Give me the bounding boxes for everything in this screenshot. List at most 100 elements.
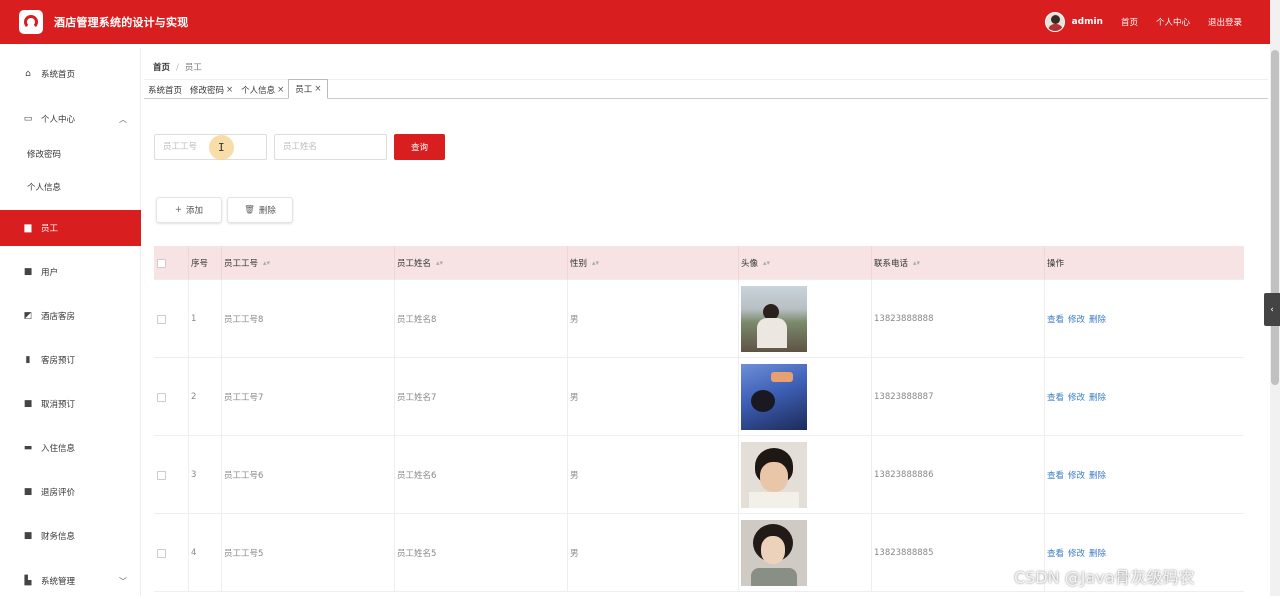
sidebar-item-label: 系统首页 (41, 70, 76, 80)
sort-icon[interactable]: ▴▾ (913, 260, 920, 267)
sidebar-item-label: 用户 (41, 268, 59, 278)
edit-link[interactable]: 修改 (1068, 391, 1085, 403)
grid-icon: ■ (23, 267, 33, 277)
cell-gender: 男 (567, 280, 738, 358)
header-phone[interactable]: 联系电话 ▴▾ (871, 246, 1044, 280)
app-title: 酒店管理系统的设计与实现 (54, 16, 189, 29)
delete-link[interactable]: 删除 (1089, 547, 1106, 559)
collapse-panel-handle[interactable]: ‹ (1264, 293, 1280, 326)
view-link[interactable]: 查看 (1047, 469, 1064, 481)
sidebar-item-system[interactable]: ▙ 系统管理 ﹀ (0, 563, 141, 599)
header-staff-id[interactable]: 员工工号 ▴▾ (221, 246, 394, 280)
cell-avatar (738, 358, 871, 436)
avatar[interactable] (1044, 12, 1065, 32)
cell-operations: 查看 修改 删除 (1044, 436, 1244, 514)
avatar-photo[interactable] (741, 442, 807, 508)
grid-icon: ■ (23, 399, 33, 409)
row-checkbox[interactable] (157, 548, 166, 558)
header-gender[interactable]: 性别 ▴▾ (567, 246, 738, 280)
chart-icon: ◩ (23, 311, 33, 321)
sidebar-item-cancel-booking[interactable]: ■ 取消预订 (0, 386, 141, 422)
sidebar-item-label: 入住信息 (41, 444, 76, 454)
cell-phone: 13823888887 (871, 358, 1044, 436)
scrollbar-thumb[interactable] (1271, 50, 1279, 385)
breadcrumb-home[interactable]: 首页 (153, 63, 170, 73)
header-link-profile[interactable]: 个人中心 (1156, 16, 1190, 28)
table-row: 2 员工工号7 员工姓名7 男 13823888887 查看 修改 删除 (154, 358, 1244, 436)
delete-button[interactable]: 🗑 删除 (227, 197, 293, 223)
avatar-photo[interactable] (741, 286, 807, 352)
cell-operations: 查看 修改 删除 (1044, 280, 1244, 358)
header-right: admin 首页 个人中心 退出登录 (1044, 0, 1242, 44)
cell-phone: 13823888888 (871, 280, 1044, 358)
breadcrumb-separator: / (176, 63, 179, 73)
query-button[interactable]: 查询 (394, 134, 445, 160)
sidebar-item-rooms[interactable]: ◩ 酒店客房 (0, 298, 141, 334)
sort-icon[interactable]: ▴▾ (763, 260, 770, 267)
tab-personal-info[interactable]: 个人信息 × (237, 80, 288, 99)
row-checkbox[interactable] (157, 470, 166, 480)
sidebar-subitem-change-password[interactable]: 修改密码 (27, 148, 61, 160)
add-button[interactable]: + 添加 (156, 197, 222, 223)
staff-name-search-input[interactable] (274, 134, 387, 160)
cell-staff-name: 员工姓名6 (394, 436, 567, 514)
tab-label: 系统首页 (148, 85, 183, 96)
avatar-photo[interactable] (741, 364, 807, 430)
tab-home[interactable]: 系统首页 (144, 80, 186, 99)
sidebar-item-booking[interactable]: ▮ 客房预订 (0, 342, 141, 378)
sidebar-item-finance[interactable]: ■ 财务信息 (0, 518, 141, 554)
view-link[interactable]: 查看 (1047, 547, 1064, 559)
delete-link[interactable]: 删除 (1089, 469, 1106, 481)
delete-link[interactable]: 删除 (1089, 391, 1106, 403)
close-icon[interactable]: × (277, 85, 284, 95)
view-link[interactable]: 查看 (1047, 391, 1064, 403)
sidebar-item-checkout-review[interactable]: ■ 退房评价 (0, 474, 141, 510)
cell-staff-name: 员工姓名8 (394, 280, 567, 358)
sidebar-item-checkin[interactable]: ▬ 入住信息 (0, 430, 141, 466)
username: admin (1071, 17, 1103, 27)
table-row: 3 员工工号6 员工姓名6 男 13823888886 查看 修改 删除 (154, 436, 1244, 514)
tab-label: 修改密码 (190, 85, 225, 96)
clipboard-icon: ▮ (25, 355, 31, 365)
sidebar-subitem-personal-info[interactable]: 个人信息 (27, 181, 61, 193)
edit-link[interactable]: 修改 (1068, 547, 1085, 559)
cell-index: 1 (188, 280, 221, 358)
edit-link[interactable]: 修改 (1068, 313, 1085, 325)
sidebar-item-home[interactable]: ⌂ 系统首页 (0, 56, 141, 92)
top-header: 酒店管理系统的设计与实现 admin 首页 个人中心 退出登录 (0, 0, 1270, 44)
header-index: 序号 (188, 246, 221, 280)
sidebar-item-users[interactable]: ■ 用户 (0, 254, 141, 290)
header-staff-name[interactable]: 员工姓名 ▴▾ (394, 246, 567, 280)
avatar-photo[interactable] (741, 520, 807, 586)
sidebar-item-staff[interactable]: ▆ 员工 (0, 210, 141, 246)
sidebar-item-profile[interactable]: ▭ 个人中心 ︿ (0, 101, 141, 137)
cell-staff-id: 员工工号7 (221, 358, 394, 436)
row-checkbox[interactable] (157, 392, 166, 402)
delete-link[interactable]: 删除 (1089, 313, 1106, 325)
sort-icon[interactable]: ▴▾ (263, 260, 270, 267)
sort-icon[interactable]: ▴▾ (592, 260, 599, 267)
close-icon[interactable]: × (314, 84, 321, 94)
tab-staff[interactable]: 员工 × (288, 79, 329, 99)
trash-icon: 🗑 (244, 205, 255, 215)
table-header: 序号 员工工号 ▴▾ 员工姓名 ▴▾ 性别 ▴▾ 头像 ▴▾ 联系电话 ▴▾ 操作 (154, 246, 1244, 280)
row-checkbox[interactable] (157, 314, 166, 324)
chevron-down-icon: ﹀ (119, 576, 127, 586)
grid-icon: ■ (23, 487, 33, 497)
sidebar-item-label: 个人中心 (41, 115, 76, 125)
sort-icon[interactable]: ▴▾ (436, 260, 443, 267)
close-icon[interactable]: × (226, 85, 233, 95)
table-row: 1 员工工号8 员工姓名8 男 13823888888 查看 修改 删除 (154, 280, 1244, 358)
header-link-home[interactable]: 首页 (1121, 16, 1138, 28)
cell-avatar (738, 436, 871, 514)
tab-change-password[interactable]: 修改密码 × (186, 80, 237, 99)
view-link[interactable]: 查看 (1047, 313, 1064, 325)
header-link-logout[interactable]: 退出登录 (1208, 16, 1242, 28)
app-logo-icon (19, 10, 43, 34)
breadcrumb: 首页 / 员工 (153, 61, 202, 73)
select-all-checkbox[interactable] (157, 258, 166, 268)
edit-link[interactable]: 修改 (1068, 469, 1085, 481)
cell-avatar (738, 514, 871, 592)
sidebar-item-label: 员工 (41, 224, 59, 234)
header-avatar[interactable]: 头像 ▴▾ (738, 246, 871, 280)
